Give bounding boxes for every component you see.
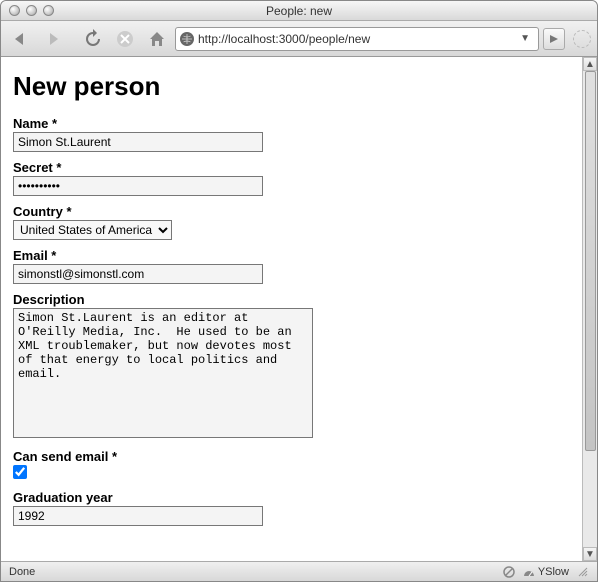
country-label: Country * [13,204,570,219]
globe-icon [180,32,194,46]
field-email: Email * [13,248,570,284]
minimize-window-button[interactable] [26,5,37,16]
graduation-year-input[interactable] [13,506,263,526]
email-input[interactable] [13,264,263,284]
yslow-indicator[interactable]: YSlow [523,566,569,578]
browser-toolbar: ▼ [1,21,597,57]
field-secret: Secret * [13,160,570,196]
back-button[interactable] [7,26,35,52]
description-textarea[interactable] [13,308,313,438]
field-name: Name * [13,116,570,152]
window-titlebar: People: new [1,1,597,21]
field-graduation-year: Graduation year [13,490,570,526]
field-can-send-email: Can send email * [13,449,570,482]
zoom-window-button[interactable] [43,5,54,16]
name-label: Name * [13,116,570,131]
go-button[interactable] [543,28,565,50]
url-bar[interactable]: ▼ [175,27,539,51]
home-button[interactable] [143,26,171,52]
scroll-up-arrow[interactable]: ▲ [583,57,597,71]
forward-button[interactable] [39,26,67,52]
status-bar: Done YSlow [1,561,597,581]
email-label: Email * [13,248,570,263]
stop-button[interactable] [111,26,139,52]
secret-label: Secret * [13,160,570,175]
country-select[interactable]: United States of America [13,220,172,240]
window-title: People: new [9,4,589,18]
description-label: Description [13,292,570,307]
secret-input[interactable] [13,176,263,196]
traffic-lights [9,5,54,16]
scroll-down-arrow[interactable]: ▼ [583,547,597,561]
gauge-icon [523,566,535,578]
can-send-email-checkbox[interactable] [13,465,27,479]
page-heading: New person [13,71,570,102]
url-input[interactable] [198,32,512,46]
status-stop-icon[interactable] [503,566,515,578]
close-window-button[interactable] [9,5,20,16]
reload-button[interactable] [79,26,107,52]
can-send-email-label: Can send email * [13,449,570,464]
resize-grip-icon[interactable] [577,566,589,578]
url-history-dropdown[interactable]: ▼ [516,33,534,44]
status-text: Done [9,566,495,578]
graduation-year-label: Graduation year [13,490,570,505]
field-country: Country * United States of America [13,204,570,240]
vertical-scrollbar[interactable]: ▲ ▼ [582,57,597,561]
scrollbar-thumb[interactable] [585,71,596,451]
yslow-label: YSlow [538,566,569,578]
name-input[interactable] [13,132,263,152]
throbber-icon [573,30,591,48]
page-content: New person Name * Secret * Country * Uni… [1,57,582,561]
field-description: Description [13,292,570,441]
